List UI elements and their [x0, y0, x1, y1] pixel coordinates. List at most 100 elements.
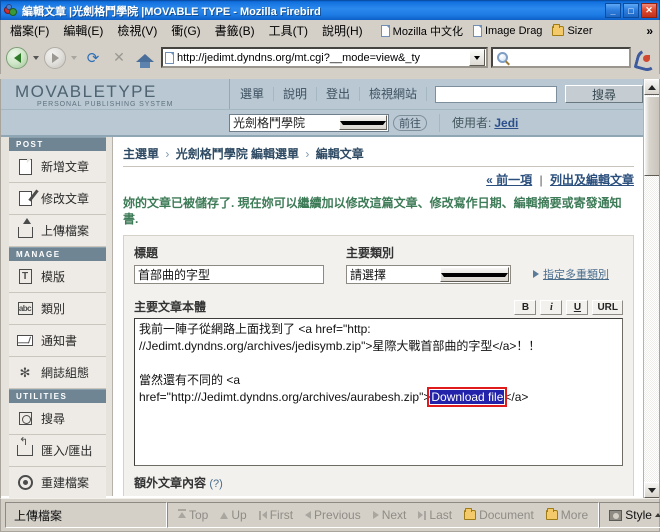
upload-folder-icon [16, 218, 34, 240]
user-info: 使用者: Jedi [439, 113, 518, 132]
folder-icon [464, 508, 477, 520]
selected-text-download-file[interactable]: Download file [427, 387, 508, 407]
scrollbar-thumb[interactable] [644, 96, 659, 176]
menu-file[interactable]: 檔案(F) [3, 20, 56, 41]
title-input[interactable]: 首部曲的字型 [134, 265, 324, 284]
user-name-link[interactable]: Jedi [494, 116, 518, 130]
breadcrumb-root[interactable]: 主選單 [123, 147, 159, 161]
back-history-caret-icon[interactable] [33, 55, 39, 60]
sidebar-item-categories[interactable]: abc 類別 [9, 293, 106, 325]
sidebar-item-rebuild[interactable]: 重建檔案 [9, 467, 106, 498]
menu-tools[interactable]: 工具(T) [262, 20, 315, 41]
menu-bookmarks[interactable]: 書籤(B) [208, 20, 262, 41]
browser-search-box[interactable] [491, 47, 631, 68]
page-scrollbar[interactable] [643, 79, 659, 498]
status-document-button[interactable]: Document [458, 508, 540, 522]
sidebar-item-search[interactable]: 搜尋 [9, 403, 106, 435]
previous-arrow-icon [305, 511, 312, 519]
status-last-button[interactable]: Last [412, 508, 458, 522]
sidebar-item-upload-file[interactable]: 上傳檔案 [9, 215, 106, 247]
list-edit-entries-link[interactable]: 列出及編輯文章 [550, 173, 634, 187]
mt-nav-menu[interactable]: 選單 [230, 87, 275, 101]
status-up-button[interactable]: Up [214, 508, 252, 522]
sidebar-item-label: 新增文章 [41, 160, 90, 174]
menu-edit[interactable]: 編輯(E) [56, 20, 110, 41]
primary-category-select[interactable]: 請選擇 [346, 265, 511, 284]
reload-button[interactable]: ⟳ [81, 46, 105, 70]
bookmark-mozilla-zh[interactable]: Mozilla 中文化 [376, 22, 468, 40]
user-label: 使用者: [452, 116, 492, 130]
status-first-button[interactable]: First [253, 508, 299, 522]
help-hint-icon[interactable]: (?) [209, 478, 222, 490]
mt-nav-help[interactable]: 說明 [274, 87, 318, 101]
status-item-label: First [269, 508, 294, 522]
entry-body-textarea[interactable]: 我前一陣子從網路上面找到了 <a href="http: //Jedimt.dy… [134, 318, 623, 466]
sidebar-item-import-export[interactable]: 匯入/匯出 [9, 435, 106, 467]
title-field-label: 標題 [134, 246, 159, 260]
link-divider: | [539, 173, 543, 187]
maximize-button[interactable]: □ [623, 3, 639, 18]
body-line-4-pre: href="http://Jedimt.dyndns.org/archives/… [139, 390, 431, 404]
logo-tagline: PERSONAL PUBLISHING SYSTEM [37, 101, 174, 108]
mt-search-button[interactable]: 搜尋 [565, 85, 644, 103]
sidebar-item-blog-config[interactable]: ✻ 網誌組態 [9, 357, 106, 389]
breadcrumb-middle[interactable]: 光劍格鬥學院 編輯選單 [176, 147, 299, 161]
chevron-down-icon[interactable] [338, 115, 388, 130]
stop-button[interactable]: ✕ [107, 46, 131, 70]
status-item-label: Up [231, 508, 247, 522]
sidebar-item-templates[interactable]: T 模版 [9, 261, 106, 293]
multi-category-link[interactable]: 指定多重類別 [543, 266, 609, 282]
chevron-down-icon[interactable] [440, 267, 510, 282]
go-button[interactable]: 前往 [393, 114, 427, 131]
browser-window: 編輯文章 |光劍格鬥學院 |MOVABLE TYPE - Mozilla Fir… [0, 0, 660, 532]
search-input[interactable] [512, 50, 612, 65]
template-t-icon: T [16, 268, 34, 286]
menu-help[interactable]: 說明(H) [315, 20, 370, 41]
body-blank-line [139, 355, 618, 372]
forward-arrow-icon [51, 52, 59, 63]
bookmarks-overflow-button[interactable]: » [646, 24, 659, 38]
bookmark-label: Sizer [567, 24, 593, 37]
mt-nav-viewsite[interactable]: 檢視網站 [360, 87, 428, 101]
mt-nav-logout[interactable]: 登出 [317, 87, 361, 101]
status-more-button[interactable]: More [540, 508, 594, 522]
forward-history-caret-icon[interactable] [71, 55, 77, 60]
menu-go[interactable]: 衝(G) [164, 20, 207, 41]
url-button[interactable]: URL [592, 300, 623, 315]
blog-selector[interactable]: 光劍格鬥學院 [229, 113, 389, 132]
scroll-up-button[interactable] [644, 79, 659, 95]
address-bar[interactable]: http://jedimt.dyndns.org/mt.cgi?__mode=v… [161, 47, 488, 68]
category-select-value: 請選擇 [350, 268, 387, 282]
pencil-edit-icon [16, 190, 34, 208]
scroll-down-button[interactable] [644, 482, 659, 498]
close-button[interactable]: ✕ [641, 3, 657, 18]
back-button[interactable] [5, 46, 29, 70]
url-dropdown-button[interactable] [469, 49, 485, 66]
bookmark-sizer[interactable]: Sizer [547, 23, 597, 38]
sidebar-item-new-entry[interactable]: 新增文章 [9, 151, 106, 183]
magnifier-icon [497, 52, 508, 63]
style-menu-button[interactable]: Style [599, 502, 660, 528]
previous-item-link[interactable]: « 前一項 [486, 173, 532, 187]
top-arrow-icon [178, 509, 186, 518]
menu-view[interactable]: 檢視(V) [110, 20, 164, 41]
main-content: 主選單 › 光劍格鬥學院 編輯選單 › 編輯文章 « 前一項 | 列出及編輯文章… [113, 137, 644, 496]
status-next-button[interactable]: Next [367, 508, 413, 522]
multi-category-link-wrap: 指定多重類別 [533, 263, 609, 284]
underline-button[interactable]: U [566, 300, 589, 315]
status-top-button[interactable]: Top [172, 508, 214, 522]
bookmark-image-drag[interactable]: Image Drag [468, 24, 547, 38]
minimize-button[interactable]: _ [605, 3, 621, 18]
reload-icon: ⟳ [86, 49, 100, 67]
bold-button[interactable]: B [514, 300, 537, 315]
forward-button[interactable] [43, 46, 67, 70]
sidebar-item-notifications[interactable]: 通知書 [9, 325, 106, 357]
status-bar: 上傳檔案 Top Up First Previous Next Last Doc… [0, 498, 660, 532]
extra-content-label: 額外文章內容 (?) [134, 474, 623, 491]
mt-search-input[interactable] [435, 85, 558, 103]
italic-button[interactable]: i [540, 300, 563, 315]
status-text-panel: 上傳檔案 [5, 502, 167, 528]
home-button[interactable] [133, 46, 157, 70]
status-previous-button[interactable]: Previous [299, 508, 367, 522]
sidebar-item-edit-entries[interactable]: 修改文章 [9, 183, 106, 215]
